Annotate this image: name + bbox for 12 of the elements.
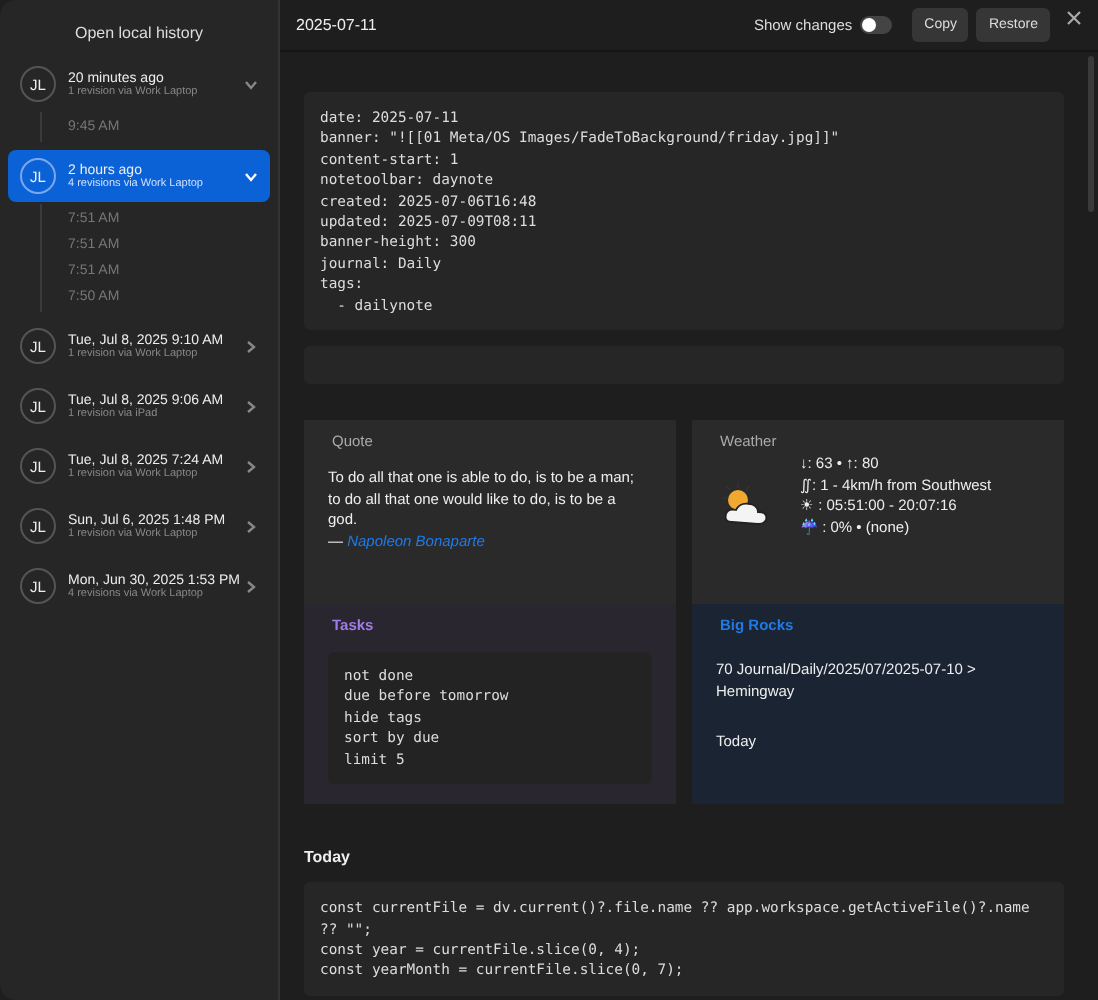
toggle-switch[interactable]: [860, 16, 893, 34]
sidebar-title: Open local history: [72, 22, 206, 46]
chevron-down-icon: [244, 169, 258, 183]
chevron-right-icon: [244, 339, 258, 353]
chevron-right-icon: [244, 459, 258, 473]
note-title: 2025-07-11: [296, 16, 377, 34]
chevron-right-icon: [244, 579, 258, 593]
chevron-down-icon: [244, 77, 258, 91]
section-heading: Today: [304, 848, 352, 867]
close-icon[interactable]: [1066, 9, 1082, 25]
chevron-right-icon: [244, 519, 258, 533]
chevron-right-icon: [244, 399, 258, 413]
